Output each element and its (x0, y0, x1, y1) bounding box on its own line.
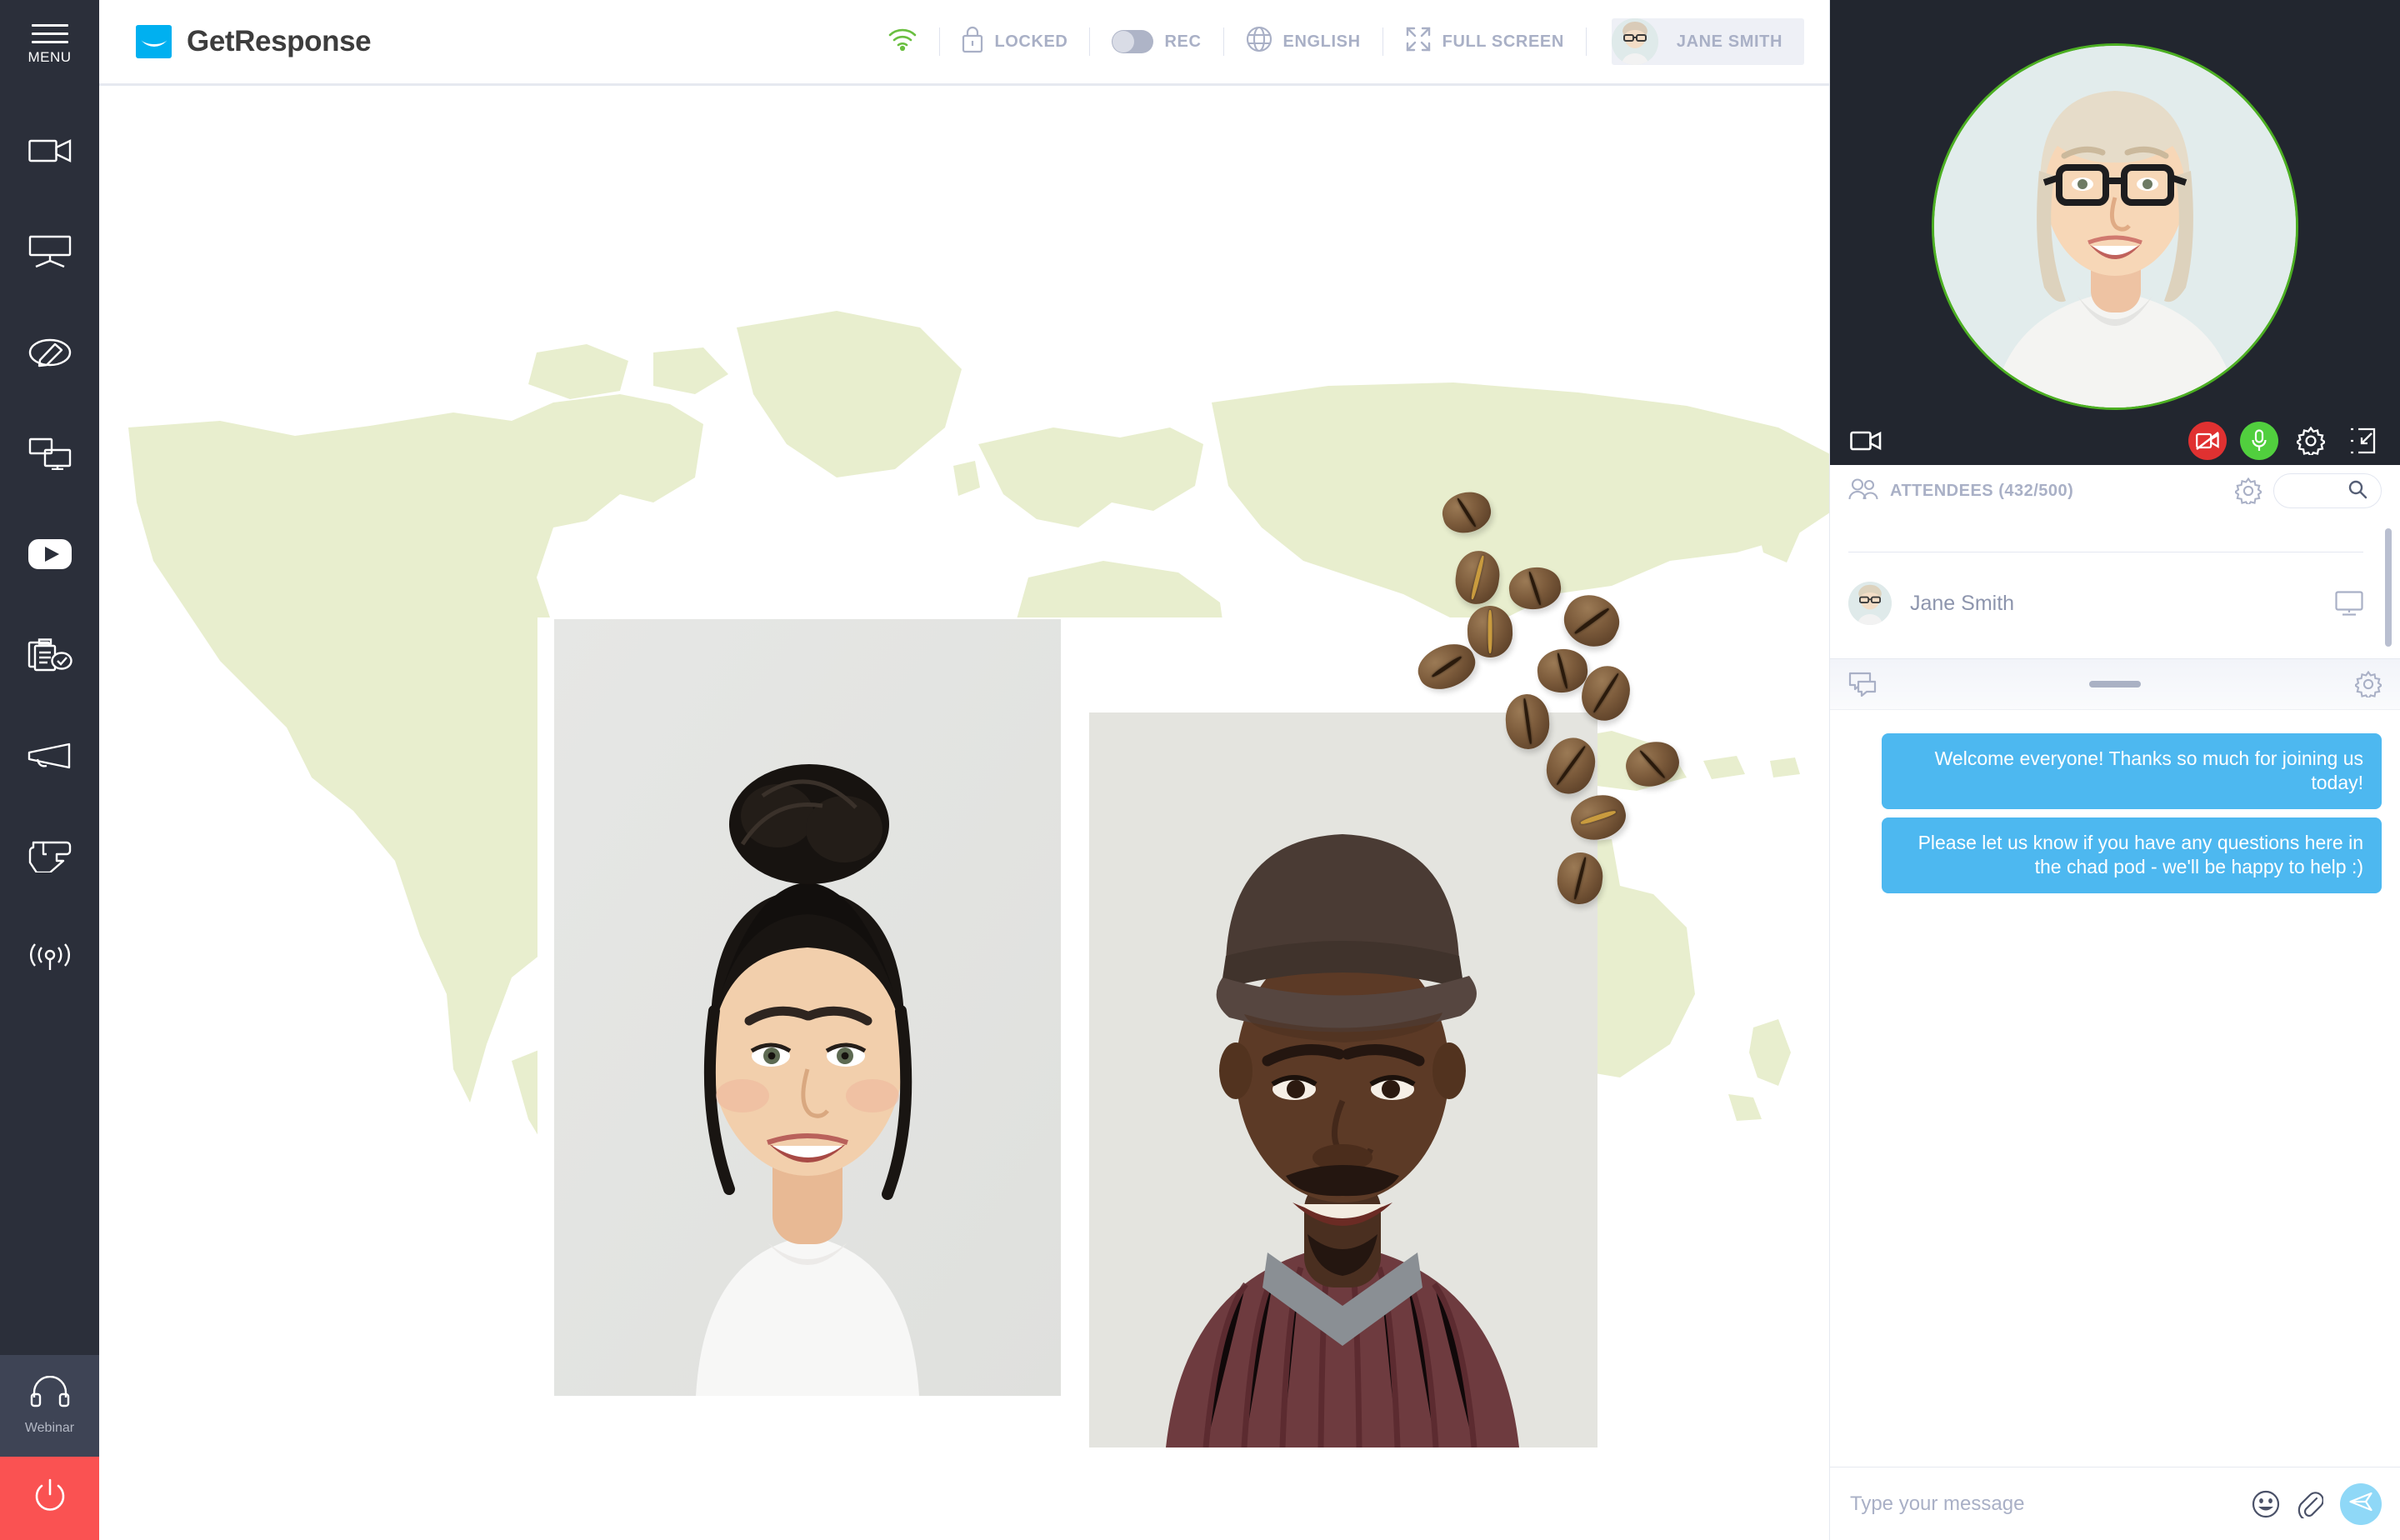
attendees-settings-button[interactable] (2235, 478, 2262, 504)
attendees-header: ATTENDEES (432/500) (1830, 465, 2400, 517)
presentation-stage[interactable] (99, 86, 1829, 1540)
wifi-icon (888, 28, 918, 56)
user-menu[interactable]: JANE SMITH (1612, 18, 1804, 65)
microphone-button[interactable] (2240, 422, 2278, 460)
sidebar-item-whiteboard[interactable] (0, 302, 99, 402)
sidebar-item-screen-sharing[interactable] (0, 402, 99, 503)
divider (1586, 28, 1587, 56)
toggle-icon[interactable] (1112, 30, 1153, 53)
fullscreen-label: FULL SCREEN (1442, 32, 1564, 52)
avatar (1848, 582, 1892, 625)
paperclip-icon[interactable] (2297, 1490, 2323, 1518)
language-selector[interactable]: ENGLISH (1246, 26, 1361, 58)
power-icon (31, 1478, 69, 1520)
presenter-video[interactable] (1830, 0, 2400, 465)
sidebar-item-video-camera[interactable] (0, 100, 99, 201)
envelope-logo-icon (136, 25, 172, 58)
send-button[interactable] (2340, 1483, 2382, 1525)
attendees-scrollbar[interactable] (2385, 528, 2392, 647)
globe-icon (1246, 26, 1272, 58)
left-sidebar: MENU (0, 0, 99, 1540)
headset-icon (30, 1376, 70, 1413)
minimize-button[interactable] (2343, 422, 2382, 460)
locked-button[interactable]: LOCKED (962, 25, 1068, 58)
fullscreen-button[interactable]: FULL SCREEN (1405, 26, 1564, 58)
rec-label: REC (1164, 32, 1201, 52)
attendees-list[interactable]: Jane Smith (1830, 517, 2400, 658)
presenter-avatar (1932, 43, 2298, 410)
language-label: ENGLISH (1283, 32, 1361, 52)
sidebar-nav (0, 100, 99, 1008)
sidebar-item-call-to-action[interactable] (0, 705, 99, 806)
emoji-smiley-icon[interactable] (2252, 1490, 2280, 1518)
sidebar-item-polls[interactable] (0, 604, 99, 705)
chat-input-bar (1830, 1467, 2400, 1540)
camera-source-button[interactable] (1847, 422, 1885, 460)
coffee-beans (1416, 502, 1699, 936)
chat-messages[interactable]: Welcome everyone! Thanks so much for joi… (1830, 710, 2400, 1467)
sidebar-item-presentation[interactable] (0, 201, 99, 302)
webinar-app: MENU (0, 0, 2400, 1540)
search-icon (2348, 479, 2368, 503)
chat-message: Please let us know if you have any quest… (1882, 818, 2382, 893)
lock-icon (962, 25, 983, 58)
rec-toggle[interactable]: REC (1112, 30, 1201, 53)
sidebar-item-broadcast[interactable] (0, 907, 99, 1008)
right-panel: ATTENDEES (432/500) (1829, 0, 2400, 1540)
camera-off-button[interactable] (2188, 422, 2227, 460)
clipboard-check-icon (28, 638, 72, 672)
presenter-controls (1830, 417, 2400, 465)
brand-logo[interactable]: GetResponse (136, 25, 371, 58)
expand-arrows-icon (1405, 26, 1432, 58)
end-webinar-button[interactable] (0, 1457, 99, 1540)
connection-status[interactable] (888, 28, 918, 56)
settings-button[interactable] (2292, 422, 2330, 460)
pencil-circle-icon (28, 338, 72, 368)
sidebar-bottom: Webinar (0, 1355, 99, 1540)
main-column: GetResponse (99, 0, 1829, 1540)
youtube-play-icon (28, 538, 72, 570)
menu-button[interactable]: MENU (0, 0, 99, 85)
sidebar-item-youtube[interactable] (0, 503, 99, 604)
divider (1089, 28, 1090, 56)
header-toolbar: LOCKED REC ENGLISH (888, 18, 1804, 65)
sidebar-item-handouts[interactable] (0, 806, 99, 907)
desktop-monitor-icon (2335, 591, 2363, 616)
divider (939, 28, 940, 56)
chat-bubbles-icon[interactable] (1848, 672, 1877, 697)
attendee-name: Jane Smith (1910, 592, 2317, 616)
people-icon (1848, 478, 1878, 505)
divider (1223, 28, 1224, 56)
hamburger-icon (32, 24, 68, 43)
avatar (1612, 18, 1658, 65)
top-header: GetResponse (99, 0, 1829, 86)
chat-message: Welcome everyone! Thanks so much for joi… (1882, 733, 2382, 809)
chat-pod-resize-handle[interactable] (2089, 681, 2141, 688)
chat-pod-header (1830, 658, 2400, 710)
screen-share-icon (28, 437, 72, 470)
sidebar-item-webinar[interactable]: Webinar (0, 1355, 99, 1457)
presentation-screen-icon (28, 235, 72, 268)
locked-label: LOCKED (994, 32, 1068, 52)
attendee-row[interactable]: Jane Smith (1830, 568, 2400, 638)
sidebar-webinar-label: Webinar (25, 1421, 74, 1436)
broadcast-antenna-icon (27, 943, 73, 972)
attendees-title: ATTENDEES (432/500) (1890, 482, 2223, 501)
video-camera-icon (28, 137, 72, 165)
menu-label: MENU (28, 49, 71, 66)
chat-settings-button[interactable] (2355, 671, 2382, 698)
send-paper-plane-icon (2349, 1492, 2372, 1516)
photo-woman-bun (554, 619, 1061, 1396)
presenter-actions (2188, 422, 2382, 460)
divider (1382, 28, 1383, 56)
download-hand-icon (28, 841, 72, 872)
brand-name: GetResponse (187, 25, 371, 58)
chat-input[interactable] (1850, 1492, 2235, 1516)
megaphone-icon (28, 742, 72, 769)
user-name-label: JANE SMITH (1677, 32, 1782, 52)
attendees-search-input[interactable] (2273, 473, 2382, 508)
